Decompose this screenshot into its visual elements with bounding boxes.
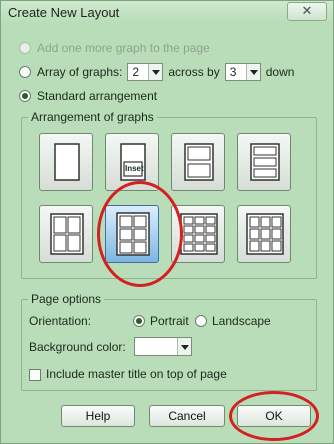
include-master-title-label[interactable]: Include master title on top of page xyxy=(46,367,227,381)
down-label: down xyxy=(265,65,295,79)
background-color-picker[interactable] xyxy=(134,337,192,356)
inset-graph-icon xyxy=(120,143,146,181)
layout-tile-2x3[interactable] xyxy=(105,205,159,263)
array-rows-value: 2 xyxy=(132,65,140,79)
include-master-title-checkbox[interactable] xyxy=(29,369,41,381)
layout-tile-inset[interactable]: Inset xyxy=(105,133,159,191)
background-color-swatch xyxy=(135,338,177,355)
ok-button[interactable]: OK xyxy=(237,405,311,427)
portrait-radio[interactable] xyxy=(133,315,145,327)
landscape-label[interactable]: Landscape xyxy=(212,314,271,328)
close-button[interactable]: ✕ xyxy=(287,2,327,21)
grid-2x2-graph-icon xyxy=(50,213,84,255)
title-bar[interactable]: Create New Layout ✕ xyxy=(1,1,333,25)
across-by-label: across by xyxy=(168,65,220,79)
background-color-label: Background color: xyxy=(29,340,126,354)
dialog-title: Create New Layout xyxy=(8,5,120,20)
landscape-radio[interactable] xyxy=(195,315,207,327)
layout-tile-three-rows[interactable] xyxy=(237,133,291,191)
orientation-label: Orientation: xyxy=(29,314,92,328)
chevron-down-icon[interactable] xyxy=(245,64,260,80)
array-rows-select[interactable]: 2 xyxy=(127,63,164,81)
inset-label: Inset xyxy=(125,164,144,173)
close-icon: ✕ xyxy=(301,3,313,18)
array-of-graphs-option[interactable]: Array of graphs: 2 across by 3 down xyxy=(19,63,294,81)
array-cols-value: 3 xyxy=(229,65,237,79)
chevron-down-icon[interactable] xyxy=(148,64,163,80)
portrait-label[interactable]: Portrait xyxy=(150,314,189,328)
chevron-down-icon[interactable] xyxy=(177,338,191,355)
help-button[interactable]: Help xyxy=(61,405,135,427)
standard-arrangement-radio[interactable] xyxy=(19,90,31,102)
grid-3x4-graph-icon xyxy=(180,213,218,255)
three-rows-graph-icon xyxy=(250,143,280,181)
array-of-graphs-radio[interactable] xyxy=(19,66,31,78)
standard-arrangement-option[interactable]: Standard arrangement xyxy=(19,87,157,105)
grid-2x3-graph-icon xyxy=(116,212,150,256)
layout-tile-3x4[interactable] xyxy=(171,205,225,263)
add-one-more-label: Add one more graph to the page xyxy=(37,41,210,55)
two-rows-graph-icon xyxy=(184,143,214,181)
cancel-button[interactable]: Cancel xyxy=(149,405,225,427)
array-of-graphs-label: Array of graphs: xyxy=(37,65,123,79)
arrangement-legend: Arrangement of graphs xyxy=(28,110,157,124)
add-one-more-radio[interactable] xyxy=(19,42,31,54)
array-cols-select[interactable]: 3 xyxy=(224,63,261,81)
single-graph-icon xyxy=(54,143,80,181)
layout-tile-2x2[interactable] xyxy=(39,205,93,263)
grid-3x3-graph-icon xyxy=(246,213,284,255)
layout-tile-3x3[interactable] xyxy=(237,205,291,263)
create-new-layout-dialog: Create New Layout ✕ Add one more graph t… xyxy=(0,0,334,444)
add-one-more-option[interactable]: Add one more graph to the page xyxy=(19,39,210,57)
page-options-legend: Page options xyxy=(28,292,105,306)
layout-tile-single[interactable] xyxy=(39,133,93,191)
layout-tile-two-rows[interactable] xyxy=(171,133,225,191)
standard-arrangement-label: Standard arrangement xyxy=(37,89,158,103)
